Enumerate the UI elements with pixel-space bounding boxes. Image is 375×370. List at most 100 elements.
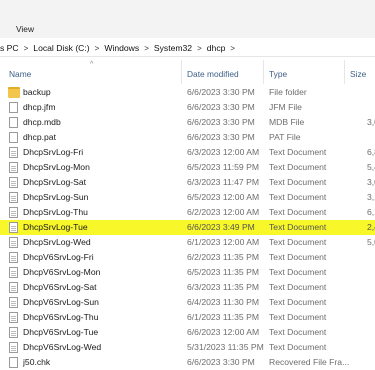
file-size: 3,1	[367, 192, 375, 202]
file-date-modified: 6/1/2023 11:35 PM	[187, 312, 259, 322]
file-date-modified: 6/6/2023 12:00 AM	[187, 327, 260, 337]
file-row[interactable]: DhcpSrvLog-Wed 6/1/2023 12:00 AM Text Docu…	[0, 235, 375, 250]
file-type: Text Document	[269, 312, 327, 322]
text-document-icon	[9, 222, 18, 233]
file-row[interactable]: DhcpV6SrvLog-Tue 6/6/2023 12:00 AM Text Do…	[0, 325, 375, 340]
column-divider[interactable]	[263, 60, 264, 84]
file-date-modified: 6/6/2023 3:49 PM	[187, 222, 255, 232]
breadcrumb-item-dhcp[interactable]: dhcp	[207, 43, 226, 53]
text-document-icon	[9, 177, 18, 188]
file-row[interactable]: DhcpSrvLog-Fri 6/3/2023 12:00 AM Text Docu…	[0, 145, 375, 160]
file-name: DhcpV6SrvLog-Fri	[23, 252, 94, 262]
file-name: dhcp.pat	[23, 132, 56, 142]
file-icon	[9, 132, 18, 143]
file-row[interactable]: dhcp.mdb 6/6/2023 3:30 PM MDB File 3,0	[0, 115, 375, 130]
file-name: DhcpV6SrvLog-Thu	[23, 312, 99, 322]
column-divider[interactable]	[344, 60, 345, 84]
file-list: backup 6/6/2023 3:30 PM File folder dhcp.jf…	[0, 85, 375, 370]
file-date-modified: 6/3/2023 11:47 PM	[187, 177, 259, 187]
file-date-modified: 6/2/2023 12:00 AM	[187, 207, 260, 217]
file-size: 2,4	[367, 222, 375, 232]
text-document-icon	[9, 147, 18, 158]
sort-ascending-icon: ^	[90, 61, 94, 68]
text-document-icon	[9, 162, 18, 173]
column-header-name[interactable]: Name	[9, 69, 31, 79]
file-name: DhcpSrvLog-Tue	[23, 222, 88, 232]
file-date-modified: 6/6/2023 3:30 PM	[187, 87, 255, 97]
text-document-icon	[9, 312, 18, 323]
column-divider[interactable]	[181, 60, 182, 84]
column-header-type[interactable]: Type	[269, 69, 287, 79]
file-type: Text Document	[269, 327, 327, 337]
file-date-modified: 6/2/2023 11:35 PM	[187, 252, 259, 262]
chevron-right-icon: >	[144, 43, 149, 53]
file-row[interactable]: DhcpV6SrvLog-Mon 6/5/2023 11:35 PM Text Do…	[0, 265, 375, 280]
file-row[interactable]: DhcpV6SrvLog-Fri 6/2/2023 11:35 PM Text Do…	[0, 250, 375, 265]
file-row[interactable]: DhcpSrvLog-Sat 6/3/2023 11:47 PM Text Docu…	[0, 175, 375, 190]
file-name: DhcpV6SrvLog-Tue	[23, 327, 99, 337]
file-row[interactable]: DhcpSrvLog-Mon 6/5/2023 11:59 PM Text Docu…	[0, 160, 375, 175]
file-name: dhcp.mdb	[23, 117, 61, 127]
chevron-right-icon: >	[230, 43, 236, 53]
breadcrumb-item-this-pc[interactable]: s PC	[0, 43, 19, 53]
file-row[interactable]: dhcp.pat 6/6/2023 3:30 PM PAT File	[0, 130, 375, 145]
file-date-modified: 6/6/2023 3:30 PM	[187, 132, 255, 142]
file-icon	[9, 117, 18, 128]
file-name: DhcpSrvLog-Wed	[23, 237, 91, 247]
file-type: Text Document	[269, 282, 327, 292]
text-document-icon	[9, 267, 18, 278]
file-row[interactable]: backup 6/6/2023 3:30 PM File folder	[0, 85, 375, 100]
file-name: DhcpSrvLog-Mon	[23, 162, 90, 172]
breadcrumb: s PC > Local Disk (C:) > Windows > Syste…	[0, 40, 375, 57]
file-type: Text Document	[269, 222, 327, 232]
file-name: DhcpV6SrvLog-Sun	[23, 297, 99, 307]
file-row[interactable]: DhcpV6SrvLog-Wed 5/31/2023 11:35 PM Text D…	[0, 340, 375, 355]
breadcrumb-item-windows[interactable]: Windows	[104, 43, 139, 53]
ribbon-area: View	[0, 0, 375, 38]
text-document-icon	[9, 252, 18, 263]
file-type: JFM File	[269, 102, 302, 112]
file-name: DhcpSrvLog-Thu	[23, 207, 88, 217]
file-date-modified: 6/3/2023 11:35 PM	[187, 282, 259, 292]
file-date-modified: 6/6/2023 3:30 PM	[187, 102, 255, 112]
column-header-row: ^ Name Date modified Type Size	[0, 60, 375, 84]
file-type: Text Document	[269, 207, 327, 217]
file-row[interactable]: j50.chk 6/6/2023 3:30 PM Recovered File Fr…	[0, 355, 375, 370]
file-row[interactable]: DhcpSrvLog-Tue 6/6/2023 3:49 PM Text Docum…	[0, 220, 375, 235]
file-row[interactable]: DhcpV6SrvLog-Sun 6/4/2023 11:30 PM Text Do…	[0, 295, 375, 310]
text-document-icon	[9, 342, 18, 353]
text-document-icon	[9, 327, 18, 338]
file-row[interactable]: DhcpV6SrvLog-Sat 6/3/2023 11:35 PM Text Do…	[0, 280, 375, 295]
file-size: 3,0	[367, 177, 375, 187]
file-type: Text Document	[269, 267, 327, 277]
file-name: DhcpSrvLog-Fri	[23, 147, 84, 157]
file-type: Text Document	[269, 342, 327, 352]
file-date-modified: 6/6/2023 3:30 PM	[187, 117, 255, 127]
file-type: File folder	[269, 87, 307, 97]
folder-icon	[8, 87, 20, 98]
file-icon	[9, 357, 18, 368]
file-size: 5,4	[367, 162, 375, 172]
file-date-modified: 6/4/2023 11:30 PM	[187, 297, 259, 307]
file-date-modified: 6/3/2023 12:00 AM	[187, 147, 260, 157]
text-document-icon	[9, 207, 18, 218]
file-row[interactable]: DhcpSrvLog-Sun 6/5/2023 12:00 AM Text Docu…	[0, 190, 375, 205]
menu-view[interactable]: View	[16, 24, 34, 34]
column-header-date[interactable]: Date modified	[187, 69, 239, 79]
file-row[interactable]: DhcpV6SrvLog-Thu 6/1/2023 11:35 PM Text Do…	[0, 310, 375, 325]
file-type: PAT File	[269, 132, 301, 142]
file-row[interactable]: dhcp.jfm 6/6/2023 3:30 PM JFM File	[0, 100, 375, 115]
file-type: Text Document	[269, 252, 327, 262]
file-size: 6,1	[367, 207, 375, 217]
chevron-right-icon: >	[197, 43, 202, 53]
file-size: 5,0	[367, 237, 375, 247]
column-header-size[interactable]: Size	[350, 69, 366, 79]
file-type: Text Document	[269, 162, 327, 172]
breadcrumb-item-system32[interactable]: System32	[154, 43, 192, 53]
file-type: MDB File	[269, 117, 305, 127]
file-name: DhcpSrvLog-Sun	[23, 192, 89, 202]
breadcrumb-item-local-disk[interactable]: Local Disk (C:)	[33, 43, 89, 53]
file-date-modified: 6/5/2023 11:59 PM	[187, 162, 259, 172]
file-row[interactable]: DhcpSrvLog-Thu 6/2/2023 12:00 AM Text Docu…	[0, 205, 375, 220]
text-document-icon	[9, 282, 18, 293]
